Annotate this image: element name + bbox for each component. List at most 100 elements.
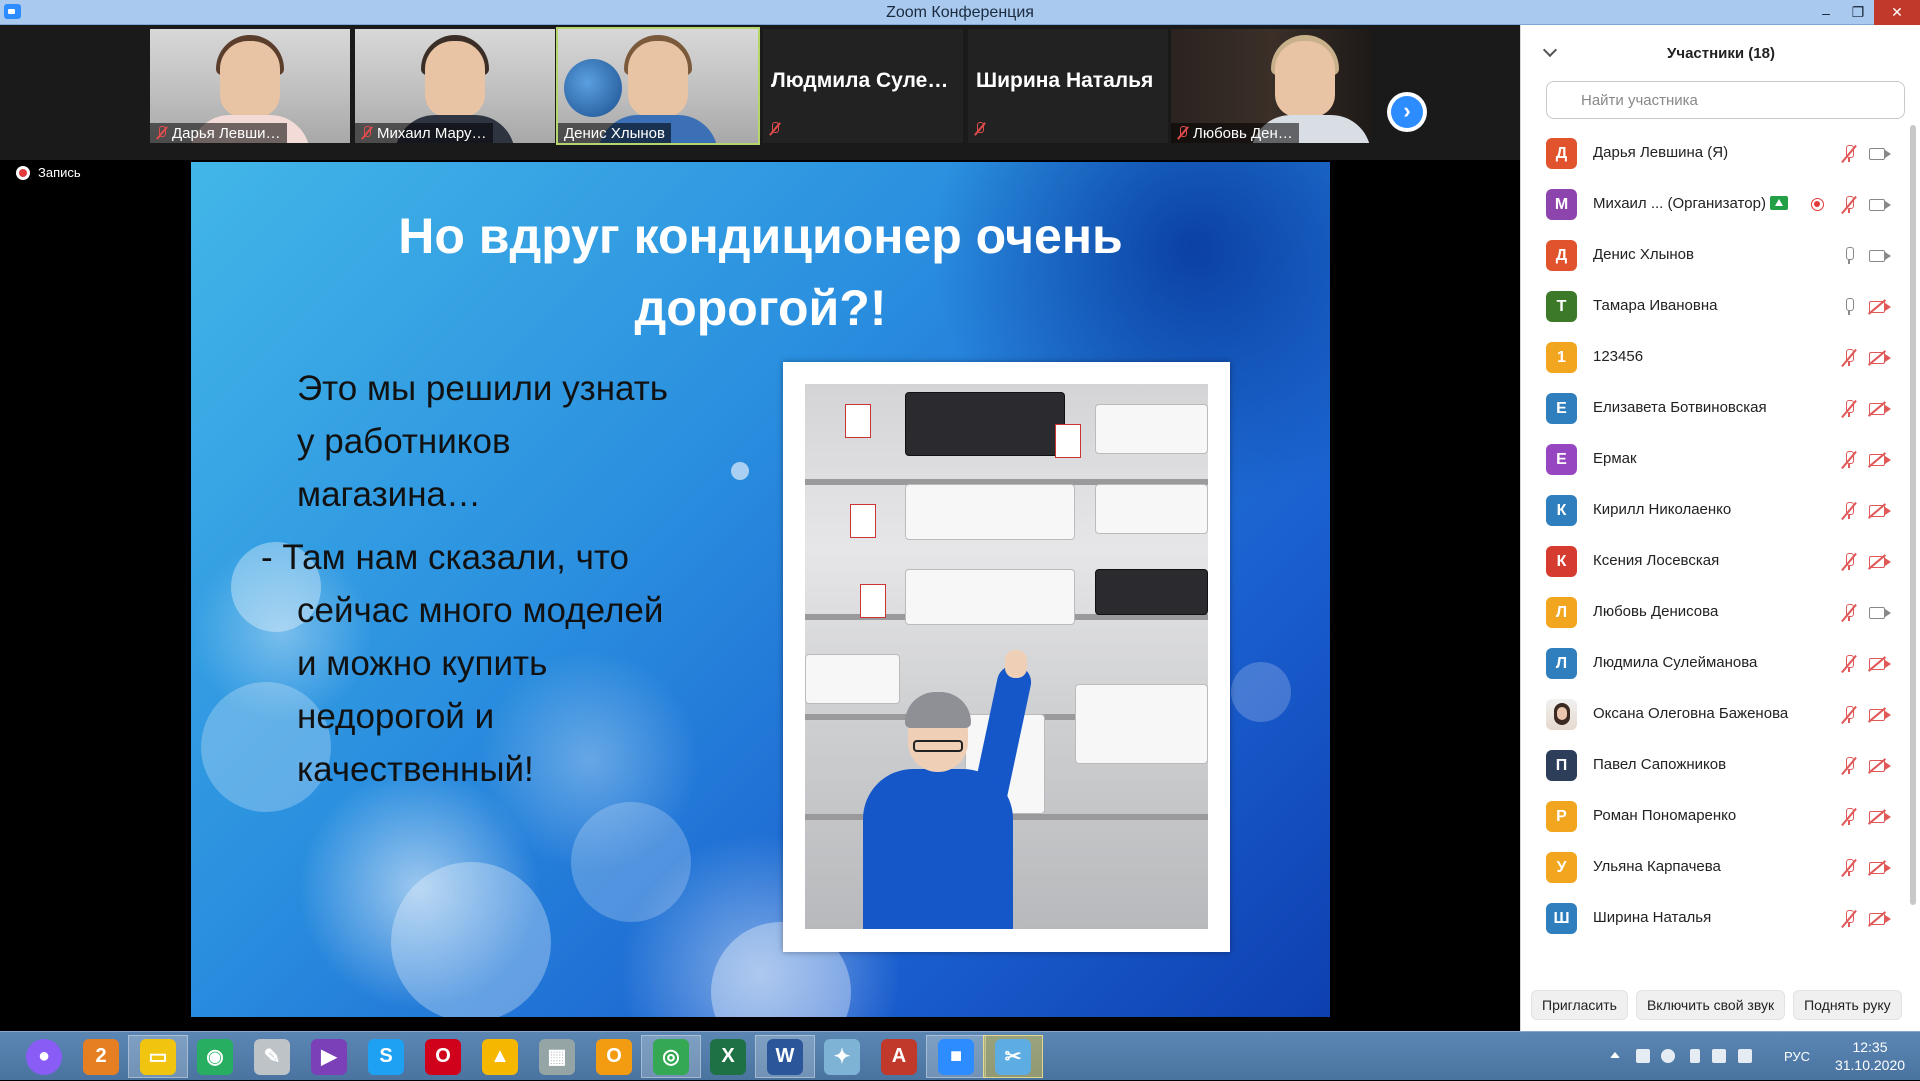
- close-icon[interactable]: ✕: [1874, 0, 1920, 25]
- avatar: У: [1546, 852, 1577, 883]
- slide-paragraph: - Там нам сказали, что сейчас много моде…: [261, 531, 821, 796]
- participant-row[interactable]: Оксана Олеговна Баженова: [1521, 689, 1911, 740]
- taskbar-app-button[interactable]: ◉: [185, 1035, 245, 1078]
- avatar: Ш: [1546, 903, 1577, 934]
- taskbar-app-button[interactable]: W: [755, 1035, 815, 1078]
- participant-row[interactable]: П Павел Сапожников: [1521, 740, 1911, 791]
- update-icon[interactable]: [1661, 1049, 1675, 1063]
- network-icon[interactable]: [1712, 1049, 1726, 1063]
- invite-button[interactable]: Пригласить: [1531, 990, 1628, 1020]
- participant-row[interactable]: Ш Ширина Наталья: [1521, 893, 1911, 944]
- flag-icon[interactable]: [1636, 1049, 1650, 1063]
- taskbar-app-button[interactable]: A: [869, 1035, 929, 1078]
- video-off-icon: [1867, 656, 1891, 672]
- avatar: Р: [1546, 801, 1577, 832]
- taskbar-app-button[interactable]: 2: [71, 1035, 131, 1078]
- photo-price-tag: [860, 584, 886, 618]
- video-thumbnail[interactable]: Михаил Мару…: [355, 29, 555, 143]
- participant-search-input[interactable]: [1546, 81, 1905, 119]
- calculator-icon: ▦: [539, 1038, 575, 1075]
- taskbar-app-button[interactable]: ▭: [128, 1035, 188, 1078]
- avatar: К: [1546, 546, 1577, 577]
- participant-name-text: Дарья Левшина (Я): [1593, 144, 1729, 161]
- taskbar-app-button[interactable]: ▲: [470, 1035, 530, 1078]
- taskbar-app-button[interactable]: ▦: [527, 1035, 587, 1078]
- avatar: Д: [1546, 138, 1577, 169]
- raise-hand-button[interactable]: Поднять руку: [1793, 990, 1902, 1020]
- participant-row[interactable]: Е Ермак: [1521, 434, 1911, 485]
- next-page-button[interactable]: ›: [1387, 92, 1427, 132]
- participant-row[interactable]: К Ксения Лосевская: [1521, 536, 1911, 587]
- participants-scrollbar[interactable]: [1910, 125, 1916, 905]
- mic-muted-icon: [1841, 705, 1857, 725]
- mic-muted-icon: [1841, 450, 1857, 470]
- slide-title: Но вдруг кондиционер очень дорогой?!: [191, 200, 1330, 344]
- taskbar-app-button[interactable]: ▶: [299, 1035, 359, 1078]
- participant-name: Людмила Сулейманова: [1593, 654, 1757, 671]
- language-indicator[interactable]: РУС: [1784, 1049, 1810, 1064]
- mic-muted-icon: [1841, 144, 1857, 164]
- participant-row[interactable]: Д Денис Хлынов: [1521, 230, 1911, 281]
- participant-name: Тамара Ивановна: [1593, 297, 1717, 314]
- slash-mark: [1841, 144, 1857, 164]
- video-thumbnail-active-speaker[interactable]: Денис Хлынов: [556, 27, 760, 145]
- share-screen-badge-icon: [1769, 196, 1788, 210]
- skype-icon: S: [368, 1038, 404, 1075]
- video-thumbnail[interactable]: Ширина Наталья: [968, 29, 1168, 143]
- minimize-icon[interactable]: –: [1810, 0, 1842, 25]
- taskbar-app-button[interactable]: ✎: [242, 1035, 302, 1078]
- taskbar-app-button[interactable]: ◎: [641, 1035, 701, 1078]
- participant-name: Денис Хлынов: [1593, 246, 1694, 263]
- mic-muted-icon: [1841, 348, 1857, 368]
- participant-row[interactable]: У Ульяна Карпачева: [1521, 842, 1911, 893]
- slash-mark: [1867, 503, 1887, 519]
- window-controls: – ❐ ✕: [1810, 0, 1920, 25]
- video-thumbnail[interactable]: Дарья Левши…: [150, 29, 350, 143]
- taskbar-app-button[interactable]: O: [413, 1035, 473, 1078]
- participant-row[interactable]: Т Тамара Ивановна: [1521, 281, 1911, 332]
- taskbar-app-button[interactable]: X: [698, 1035, 758, 1078]
- video-thumbnail[interactable]: Любовь Ден…: [1171, 29, 1371, 143]
- taskbar-app-button[interactable]: O: [584, 1035, 644, 1078]
- thumbnail-status: [974, 121, 990, 139]
- unmute-button[interactable]: Включить свой звук: [1635, 990, 1786, 1020]
- clock[interactable]: 12:35 31.10.2020: [1830, 1038, 1910, 1074]
- slash-mark: [1867, 656, 1887, 672]
- maximize-icon[interactable]: ❐: [1842, 0, 1874, 25]
- taskbar-app-button[interactable]: ●: [14, 1035, 74, 1078]
- participant-row[interactable]: Е Елизавета Ботвиновская: [1521, 383, 1911, 434]
- participant-row[interactable]: 1 123456: [1521, 332, 1911, 383]
- volume-icon[interactable]: [1738, 1049, 1752, 1063]
- participant-name: Ширина Наталья: [1593, 909, 1711, 926]
- participant-row[interactable]: Р Роман Пономаренко: [1521, 791, 1911, 842]
- photo-price-tag: [1055, 424, 1081, 458]
- mic-muted-icon: [156, 126, 168, 140]
- participant-row[interactable]: М Михаил ... (Организатор): [1521, 179, 1911, 230]
- participant-name-text: Ксения Лосевская: [1593, 552, 1720, 569]
- globe-background: [564, 59, 622, 117]
- taskbar-app-button[interactable]: ✦: [812, 1035, 872, 1078]
- clock-date: 31.10.2020: [1834, 1057, 1906, 1073]
- video-thumbnail[interactable]: Людмила Суле…: [763, 29, 963, 143]
- participant-row[interactable]: К Кирилл Николаенко: [1521, 485, 1911, 536]
- arcade-icon: ▲: [482, 1038, 518, 1075]
- participant-name-text: Ульяна Карпачева: [1593, 858, 1721, 875]
- taskbar-app-button[interactable]: ■: [926, 1035, 986, 1078]
- avatar: М: [1546, 189, 1577, 220]
- thumbnail-name: Ширина Наталья: [976, 69, 1154, 92]
- photo-ac-unit: [1095, 404, 1208, 454]
- recording-indicator[interactable]: Запись: [16, 165, 81, 180]
- battery-icon[interactable]: [1690, 1049, 1700, 1063]
- video-off-icon: [1867, 809, 1891, 825]
- taskbar-app-button[interactable]: S: [356, 1035, 416, 1078]
- participant-row[interactable]: Л Любовь Денисова: [1521, 587, 1911, 638]
- slash-mark: [1867, 452, 1887, 468]
- participant-name: 123456: [1593, 348, 1643, 365]
- taskbar-app-button[interactable]: ✂: [983, 1035, 1043, 1078]
- avatar: К: [1546, 495, 1577, 526]
- participant-row[interactable]: Д Дарья Левшина (Я): [1521, 128, 1911, 179]
- show-hidden-icons-icon[interactable]: [1610, 1052, 1620, 1058]
- participant-row[interactable]: Л Людмила Сулейманова: [1521, 638, 1911, 689]
- video-icon: [1869, 250, 1891, 262]
- participant-name-text: Кирилл Николаенко: [1593, 501, 1732, 518]
